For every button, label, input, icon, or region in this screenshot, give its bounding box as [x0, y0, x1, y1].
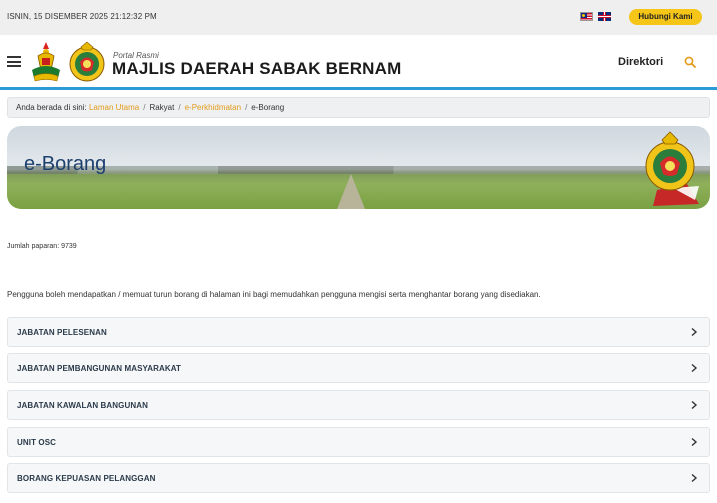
- accordion-label: JABATAN PELESENAN: [17, 328, 107, 337]
- search-icon[interactable]: [684, 56, 696, 68]
- chevron-right-icon: [691, 363, 698, 373]
- chevron-right-icon: [691, 437, 698, 447]
- intro-text: Pengguna boleh mendapatkan / memuat turu…: [7, 290, 541, 299]
- breadcrumb-eperkhidmatan[interactable]: e-Perkhidmatan: [185, 103, 241, 112]
- page-title: e-Borang: [24, 153, 107, 175]
- contact-us-button[interactable]: Hubungi Kami: [629, 9, 702, 25]
- accordion-label: UNIT OSC: [17, 438, 57, 447]
- accordion-label: BORANG KEPUASAN PELANGGAN: [17, 474, 156, 483]
- nav-directory[interactable]: Direktori: [618, 56, 663, 68]
- menu-icon[interactable]: [7, 56, 21, 67]
- breadcrumb-prefix: Anda berada di sini:: [16, 103, 87, 112]
- accordion-borang-kepuasan-pelanggan[interactable]: BORANG KEPUASAN PELANGGAN: [7, 463, 710, 493]
- state-crest-logo: [32, 42, 60, 82]
- breadcrumb-current: e-Borang: [251, 103, 285, 112]
- site-title[interactable]: MAJLIS DAERAH SABAK BERNAM: [112, 59, 402, 79]
- accordion-jabatan-kawalan-bangunan[interactable]: JABATAN KAWALAN BANGUNAN: [7, 390, 710, 420]
- top-bar: ISNIN, 15 DISEMBER 2025 21:12:32 PM Hubu…: [0, 0, 717, 35]
- malaysia-flag-icon[interactable]: [580, 12, 593, 21]
- banner-council-logo: [645, 131, 699, 206]
- accordion-label: JABATAN PEMBANGUNAN MASYARAKAT: [17, 364, 182, 373]
- accordion-jabatan-pelesenan[interactable]: JABATAN PELESENAN: [7, 317, 710, 347]
- current-datetime: ISNIN, 15 DISEMBER 2025 21:12:32 PM: [7, 12, 157, 21]
- accordion-jabatan-pembangunan-masyarakat[interactable]: JABATAN PEMBANGUNAN MASYARAKAT: [7, 353, 710, 383]
- uk-flag-icon[interactable]: [598, 12, 611, 21]
- page-banner: e-Borang: [7, 126, 710, 209]
- chevron-right-icon: [691, 400, 698, 410]
- breadcrumb-home[interactable]: Laman Utama: [89, 103, 139, 112]
- breadcrumb: Anda berada di sini: Laman Utama / Rakyat /…: [7, 97, 710, 118]
- chevron-right-icon: [691, 327, 698, 337]
- accordion-unit-osc[interactable]: UNIT OSC: [7, 427, 710, 457]
- chevron-right-icon: [691, 473, 698, 483]
- site-header: Portal Rasmi MAJLIS DAERAH SABAK BERNAM …: [0, 35, 717, 90]
- accordion-label: JABATAN KAWALAN BANGUNAN: [17, 401, 148, 410]
- council-logo: [69, 41, 105, 82]
- view-count: Jumlah paparan: 9739: [7, 243, 77, 250]
- breadcrumb-rakyat: Rakyat: [149, 103, 175, 112]
